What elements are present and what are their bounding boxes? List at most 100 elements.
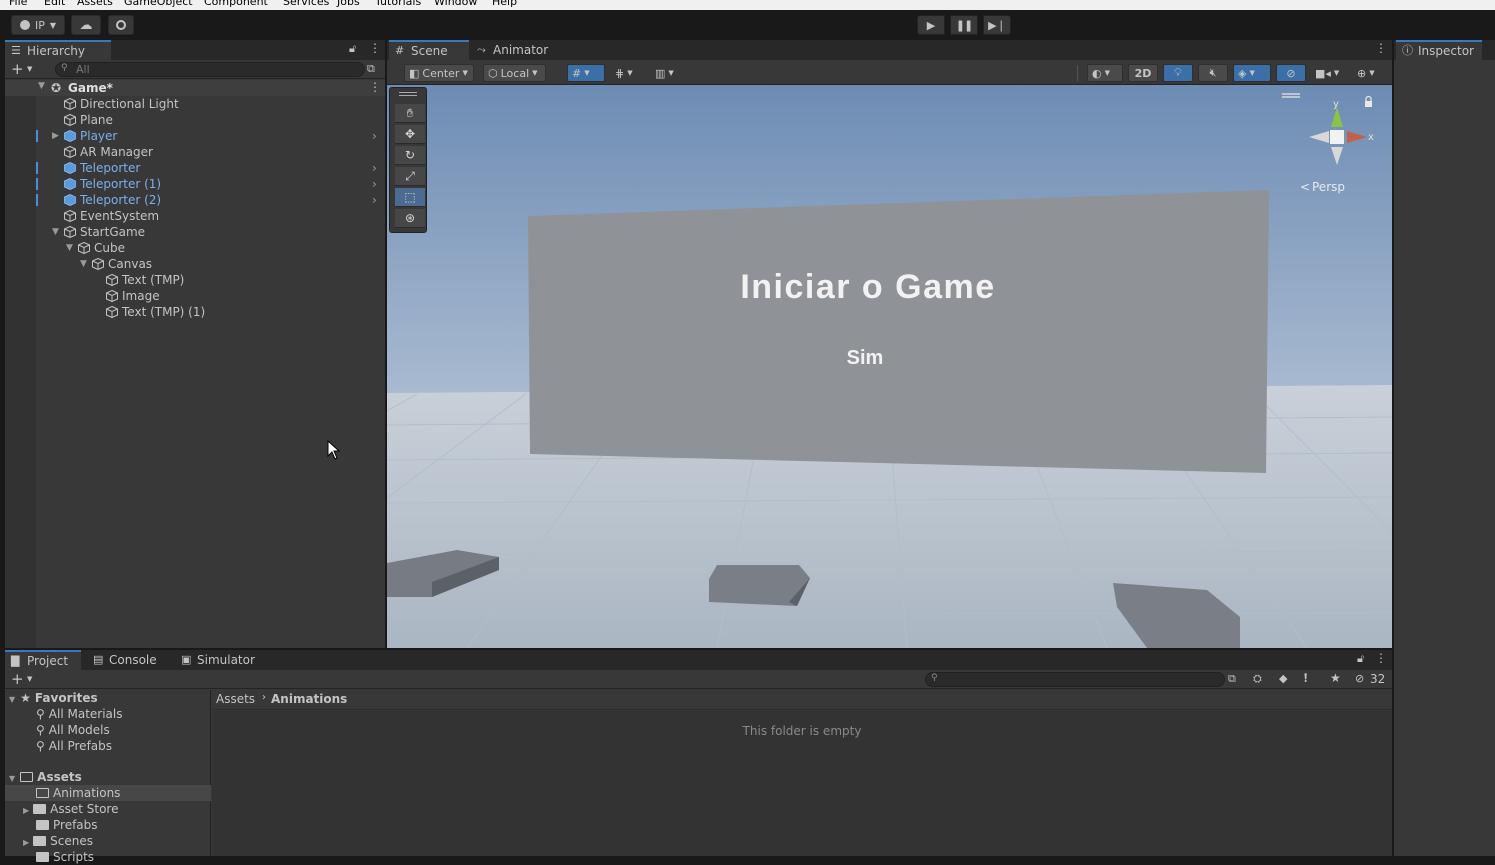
hierarchy-item[interactable]: ▼ Cube	[5, 240, 385, 256]
filter-type-icon[interactable]: ⛭	[1253, 672, 1262, 686]
folder-scenes[interactable]: ▶ Scenes	[23, 833, 93, 849]
hierarchy-item[interactable]: Teleporter (1) ›	[5, 176, 385, 192]
chevron-down-icon[interactable]: ▼	[38, 81, 45, 91]
rotate-tool-button[interactable]: ↻	[395, 146, 425, 165]
rect-tool-button[interactable]: ⬚	[395, 188, 425, 207]
favorite-all-prefabs[interactable]: ⚲ All Prefabs	[36, 738, 112, 754]
breadcrumb-assets[interactable]: Assets	[216, 692, 255, 706]
scale-tool-button[interactable]: ⤢	[395, 167, 425, 186]
filter-label-icon[interactable]: ◆	[1279, 672, 1287, 685]
menu-edit[interactable]: Edit	[44, 0, 65, 8]
lock-icon[interactable]: 🔓︎	[349, 42, 356, 56]
chevron-right-icon[interactable]: ›	[372, 176, 377, 192]
chevron-down-icon[interactable]: ▼	[27, 65, 32, 73]
gizmos-dropdown[interactable]: ⊕ ▼	[1353, 64, 1389, 82]
folder-asset-store[interactable]: ▶ Asset Store	[23, 801, 119, 817]
menu-help[interactable]: Help	[492, 0, 517, 8]
add-icon[interactable]: +	[11, 670, 24, 688]
menu-assets[interactable]: Assets	[77, 0, 113, 8]
hidden-packages-icon[interactable]: ⊘	[1355, 672, 1364, 685]
scene-header-row[interactable]: ▼ ✪ Game* ⋮	[5, 80, 385, 96]
breadcrumb-animations[interactable]: Animations	[271, 692, 347, 706]
hand-tool-button[interactable]: ✋︎	[395, 104, 425, 123]
tab-hierarchy[interactable]: ☰ Hierarchy	[5, 40, 111, 60]
favorite-all-models[interactable]: ⚲ All Models	[36, 722, 110, 738]
hierarchy-item[interactable]: AR Manager	[5, 144, 385, 160]
pause-button[interactable]: ❚❚	[950, 15, 978, 35]
search-options-icon[interactable]: ⧉	[367, 62, 375, 76]
add-icon[interactable]: +	[11, 60, 24, 78]
hierarchy-item[interactable]: Plane	[5, 112, 385, 128]
pivot-center-dropdown[interactable]: ◧ Center ▼	[404, 64, 474, 82]
chevron-right-icon[interactable]: ›	[372, 160, 377, 176]
chevron-down-icon[interactable]: ▼	[80, 256, 87, 272]
increment-snap-toggle[interactable]: ▥ ▼	[651, 64, 687, 82]
audio-toggle[interactable]: 🔇︎	[1198, 64, 1228, 82]
folder-prefabs[interactable]: Prefabs	[36, 817, 98, 833]
scene-viewport[interactable]: Iniciar o Game Sim y x Persp < ✋︎ ✥ ↻ ⤢ …	[387, 85, 1392, 648]
menu-services[interactable]: Services	[283, 0, 329, 8]
effects-toggle[interactable]: ◈ ▼	[1233, 64, 1271, 82]
favorite-all-materials[interactable]: ⚲ All Materials	[36, 706, 123, 722]
collab-button[interactable]	[108, 15, 134, 35]
tab-scene[interactable]: # Scene	[389, 40, 469, 60]
transform-tool-button[interactable]: ⊛	[395, 209, 425, 228]
start-board[interactable]	[528, 190, 1269, 473]
star-icon[interactable]: ★	[1330, 671, 1341, 685]
hierarchy-item[interactable]: EventSystem	[5, 208, 385, 224]
cloud-button[interactable]: ☁	[71, 15, 101, 35]
chevron-right-icon[interactable]: ›	[372, 192, 377, 208]
camera-dropdown[interactable]: ■◂ ▼	[1311, 64, 1349, 82]
chevron-down-icon[interactable]: ▼	[52, 224, 59, 240]
draw-mode-dropdown[interactable]: ◐ ▼	[1087, 64, 1123, 82]
menu-tutorials[interactable]: Tutorials	[375, 0, 421, 8]
tab-simulator[interactable]: ▣ Simulator	[175, 650, 265, 670]
hierarchy-search-input[interactable]: ⚲ All	[55, 62, 365, 77]
step-button[interactable]: ▶❘	[983, 15, 1011, 35]
hierarchy-item[interactable]: Image	[5, 288, 385, 304]
project-search-input[interactable]: ⚲	[925, 672, 1225, 687]
account-dropdown[interactable]: IP ▼	[11, 15, 65, 35]
2d-toggle[interactable]: 2D	[1128, 64, 1158, 82]
warning-icon[interactable]: ❗︎	[1304, 671, 1307, 686]
menu-gameobject[interactable]: GameObject	[124, 0, 193, 8]
menu-component[interactable]: Component	[204, 0, 268, 8]
assets-header[interactable]: ▼ Assets	[9, 769, 82, 785]
tab-animator[interactable]: ⤳ Animator	[471, 40, 561, 60]
menu-window[interactable]: Window	[434, 0, 477, 8]
visibility-toggle[interactable]: ⊘	[1276, 64, 1306, 82]
folder-scripts[interactable]: Scripts	[36, 849, 94, 865]
chevron-right-icon[interactable]: ›	[372, 128, 377, 144]
play-button[interactable]: ▶	[917, 15, 945, 35]
grid-snap-toggle[interactable]: # ▼	[567, 64, 605, 82]
favorites-header[interactable]: ▼ ★ Favorites	[9, 690, 98, 706]
lighting-toggle[interactable]: 💡︎	[1163, 64, 1193, 82]
hierarchy-item[interactable]: ▼ StartGame	[5, 224, 385, 240]
hierarchy-item[interactable]: Teleporter (2) ›	[5, 192, 385, 208]
lock-icon[interactable]: 🔓︎	[1357, 652, 1364, 666]
chevron-down-icon[interactable]: ▼	[66, 240, 73, 256]
space-local-dropdown[interactable]: ⬡ Local ▼	[483, 64, 546, 82]
kebab-menu-icon[interactable]: ⋮	[369, 41, 381, 55]
kebab-menu-icon[interactable]: ⋮	[369, 80, 381, 94]
hierarchy-item[interactable]: ▶ Player ›	[5, 128, 385, 144]
tab-inspector[interactable]: ⓘ Inspector	[1396, 40, 1482, 60]
folder-animations[interactable]: Animations	[36, 785, 120, 801]
hierarchy-item[interactable]: Teleporter ›	[5, 160, 385, 176]
kebab-menu-icon[interactable]: ⋮	[1375, 41, 1387, 55]
gizmo-lock-icon[interactable]	[1365, 101, 1372, 107]
hierarchy-item[interactable]: ▼ Canvas	[5, 256, 385, 272]
kebab-menu-icon[interactable]: ⋮	[1375, 651, 1387, 665]
hierarchy-item[interactable]: Text (TMP) (1)	[5, 304, 385, 320]
search-options-icon[interactable]: ⧉	[1228, 672, 1236, 686]
chevron-right-icon[interactable]: ▶	[52, 128, 59, 144]
projection-label[interactable]: Persp	[1312, 180, 1345, 194]
menu-jobs[interactable]: Jobs	[337, 0, 360, 8]
move-tool-button[interactable]: ✥	[395, 125, 425, 144]
menu-file[interactable]: File	[9, 0, 27, 8]
hierarchy-item[interactable]: Text (TMP)	[5, 272, 385, 288]
grid-visibility-toggle[interactable]: ⋕ ▼	[611, 64, 647, 82]
tab-console[interactable]: ▤ Console	[87, 650, 169, 670]
chevron-down-icon[interactable]: ▼	[27, 675, 32, 683]
hierarchy-item[interactable]: Directional Light	[5, 96, 385, 112]
